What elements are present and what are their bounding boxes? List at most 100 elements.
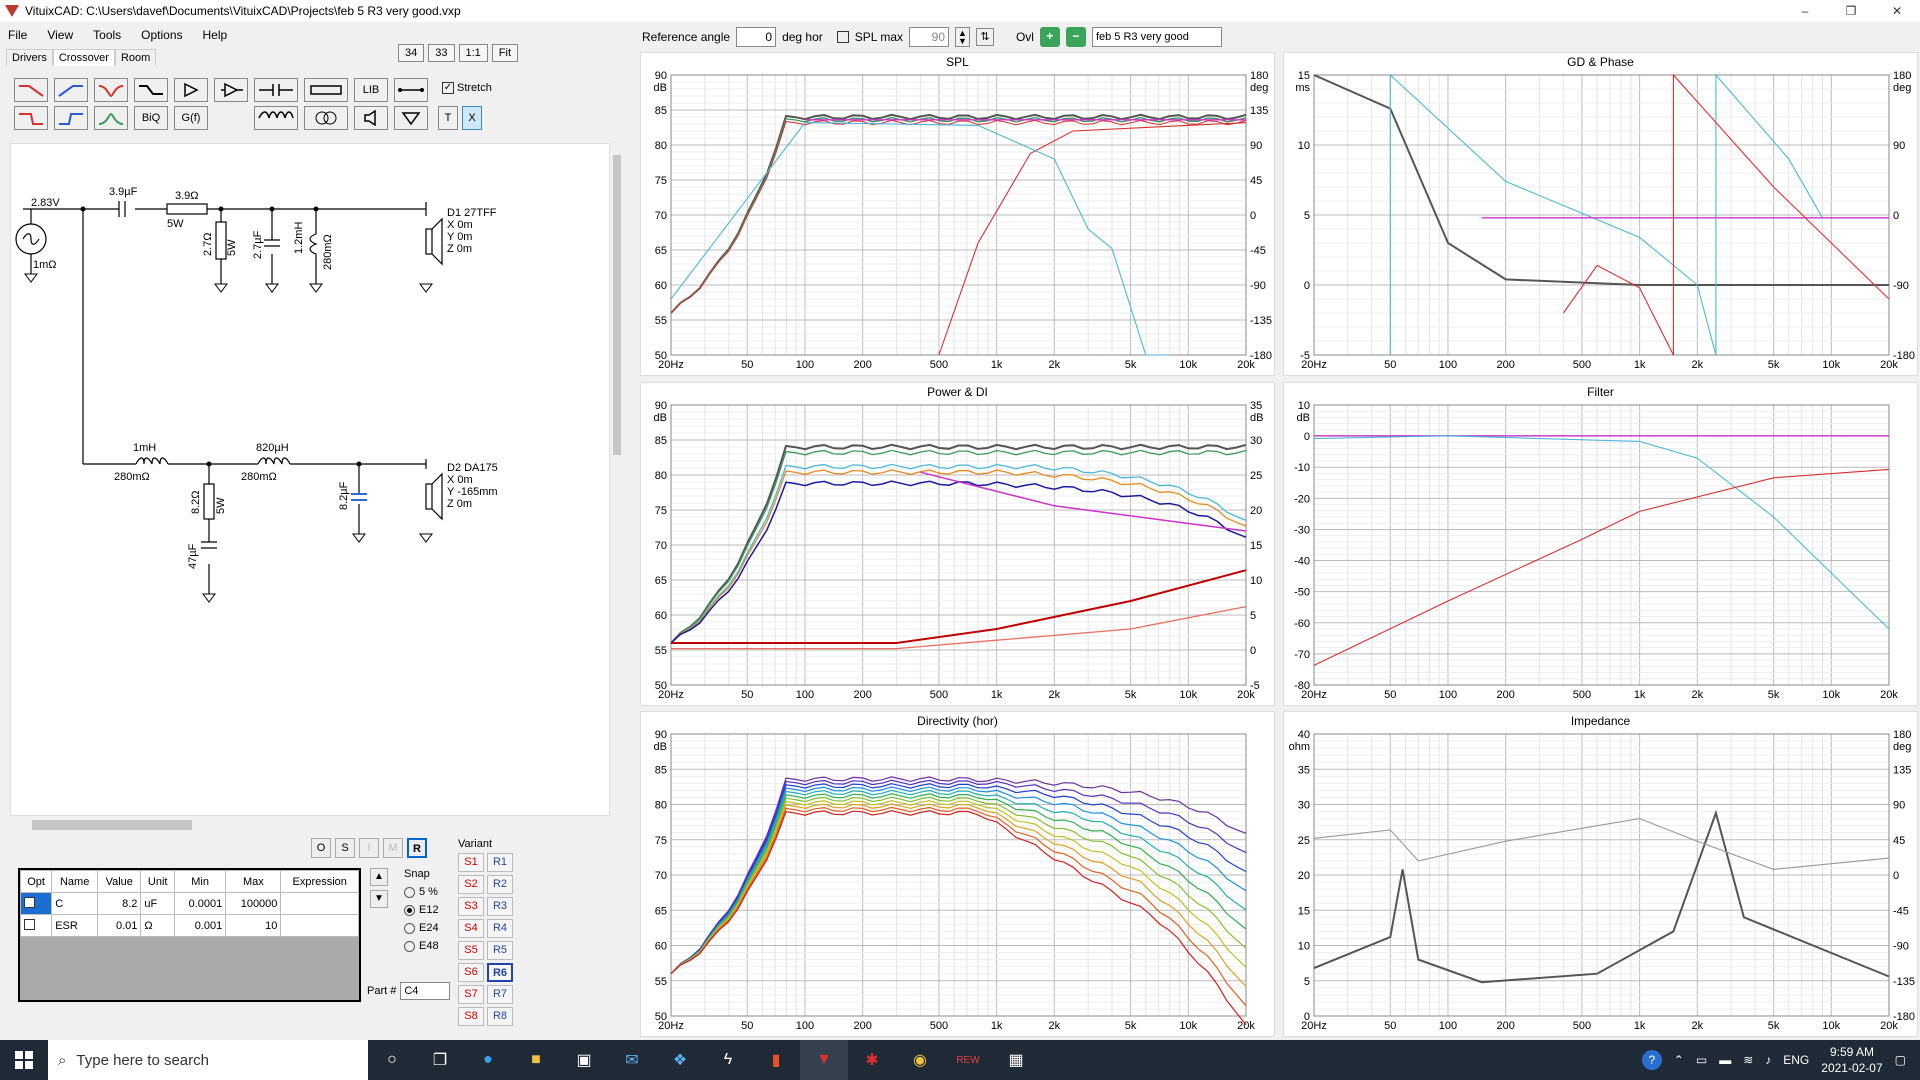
chevron-up-icon[interactable]: ⌃ xyxy=(1674,1053,1684,1067)
variant-s1[interactable]: S1 xyxy=(458,853,484,872)
menu-options[interactable]: Options xyxy=(141,28,182,42)
variant-s3[interactable]: S3 xyxy=(458,897,484,916)
stretch-checkbox[interactable]: ✓ Stretch xyxy=(442,82,492,94)
menu-help[interactable]: Help xyxy=(203,28,228,42)
calculator-icon[interactable]: ▦ xyxy=(992,1040,1040,1080)
zoom-34-button[interactable]: 34 xyxy=(398,44,425,62)
cell-max[interactable]: 10 xyxy=(225,914,282,937)
buffer-icon[interactable] xyxy=(174,78,208,102)
notification-icon[interactable]: ▢ xyxy=(1895,1053,1906,1067)
directivity-graph[interactable]: Directivity (hor) 20Hz 50 100 200 500 1k 2k 5k 1… xyxy=(640,711,1275,1037)
splmax-input[interactable]: 90 xyxy=(909,27,950,47)
mail-icon[interactable]: ✉ xyxy=(608,1040,656,1080)
highpass-2-icon[interactable] xyxy=(54,106,88,130)
add-overlay-icon[interactable]: + xyxy=(1039,27,1060,47)
biquad-button[interactable]: BiQ xyxy=(134,106,168,130)
cell-min[interactable]: 0.001 xyxy=(173,914,227,937)
variant-s8[interactable]: S8 xyxy=(458,1007,484,1026)
swap-icon[interactable]: ⇅ xyxy=(975,28,994,46)
part-input[interactable]: C4 xyxy=(400,982,451,1000)
delete-button[interactable]: X xyxy=(462,106,482,130)
variant-r6[interactable]: R6 xyxy=(487,963,513,982)
capacitor-icon[interactable] xyxy=(254,78,298,102)
gd-phase-graph[interactable]: GD & Phase 20Hz 50 100 200 500 1k 2k 5k 10k 20k 15… xyxy=(1283,52,1918,376)
move-down-icon[interactable]: ▼ xyxy=(370,890,388,908)
variant-r4[interactable]: R4 xyxy=(487,919,513,938)
overlay-name-input[interactable]: feb 5 R3 very good xyxy=(1091,27,1222,47)
opt-checkbox[interactable] xyxy=(19,892,53,915)
i-button[interactable]: I xyxy=(359,838,379,858)
move-up-icon[interactable]: ▲ xyxy=(370,868,388,886)
spin-icon[interactable]: ▲ ▼ xyxy=(955,27,970,47)
notch-icon[interactable] xyxy=(94,78,128,102)
spl-graph[interactable]: SPL 20Hz 50 100 200 500 1k 2k 5k 10k 20k 90 85 80 75 7… xyxy=(640,52,1275,376)
variant-s6[interactable]: S6 xyxy=(458,963,484,982)
amplifier-icon[interactable] xyxy=(214,78,248,102)
zoom-1to1-button[interactable]: 1:1 xyxy=(458,44,488,62)
windows-start-icon[interactable] xyxy=(0,1040,48,1080)
variant-s5[interactable]: S5 xyxy=(458,941,484,960)
menu-tools[interactable]: Tools xyxy=(93,28,121,42)
o-button[interactable]: O xyxy=(311,838,331,858)
winamp-icon[interactable]: ϟ xyxy=(704,1040,752,1080)
filter-graph[interactable]: Filter 20Hz 50 100 200 500 1k 2k 5k 10k 20k 10 0 -10… xyxy=(1283,382,1918,706)
table-row[interactable]: C 8.2 uF 0.0001 100000 xyxy=(19,892,359,915)
cell-value[interactable]: 8.2 xyxy=(97,892,142,915)
ground-icon[interactable] xyxy=(394,106,428,130)
network-device-icon[interactable]: ▭ xyxy=(1696,1053,1707,1067)
m-button[interactable]: M xyxy=(383,838,403,858)
tab-crossover[interactable]: Crossover xyxy=(52,49,115,66)
language-indicator[interactable]: ENG xyxy=(1783,1053,1809,1067)
cortana-icon[interactable]: ○ xyxy=(368,1040,416,1080)
menu-view[interactable]: View xyxy=(47,28,73,42)
cell-expression[interactable] xyxy=(280,914,359,937)
variant-r7[interactable]: R7 xyxy=(487,985,513,1004)
r-button[interactable]: R xyxy=(407,838,427,858)
resistor-icon[interactable] xyxy=(304,78,348,102)
variant-r5[interactable]: R5 xyxy=(487,941,513,960)
volume-icon[interactable]: ♪ xyxy=(1765,1053,1771,1067)
close-button[interactable]: ✕ xyxy=(1874,4,1920,18)
cell-value[interactable]: 0.01 xyxy=(97,914,142,937)
clock[interactable]: 9:59 AM 2021-02-07 xyxy=(1821,1044,1882,1076)
help-icon[interactable]: ? xyxy=(1641,1050,1662,1070)
speaker-icon[interactable] xyxy=(354,106,388,130)
zoom-fit-button[interactable]: Fit xyxy=(491,44,519,62)
shelf-icon[interactable] xyxy=(134,78,168,102)
schematic-canvas[interactable]: 2.83V 1mΩ 3.9µF 3.9Ω 5W 2.7Ω 5W 2.7µF 1.… xyxy=(10,143,610,816)
highpass-1-icon[interactable] xyxy=(54,78,88,102)
file-explorer-icon[interactable]: ■ xyxy=(512,1040,560,1080)
variant-r1[interactable]: R1 xyxy=(487,853,513,872)
minimize-button[interactable]: – xyxy=(1782,4,1828,18)
transformer-icon[interactable] xyxy=(304,106,348,130)
wifi-icon[interactable]: ≋ xyxy=(1743,1053,1753,1067)
gf-button[interactable]: G(f) xyxy=(174,106,208,130)
chrome-icon[interactable]: ◉ xyxy=(896,1040,944,1080)
scroll-thumb[interactable] xyxy=(32,820,192,830)
reference-angle-input[interactable]: 0 xyxy=(736,27,777,47)
edge-icon[interactable]: ● xyxy=(464,1040,512,1080)
taskbar-search[interactable]: ⌕ Type here to search xyxy=(48,1040,368,1080)
maximize-button[interactable]: ❐ xyxy=(1828,4,1874,18)
lowpass-1-icon[interactable] xyxy=(14,78,48,102)
tab-room[interactable]: Room xyxy=(114,49,157,66)
battery-icon[interactable]: ▬ xyxy=(1719,1053,1731,1067)
opt-checkbox[interactable] xyxy=(19,914,53,937)
redapp-icon[interactable]: ✱ xyxy=(848,1040,896,1080)
office-icon[interactable]: ▮ xyxy=(752,1040,800,1080)
snap-option-5pct[interactable]: 5 % xyxy=(404,886,439,898)
snap-option-e12[interactable]: E12 xyxy=(404,904,439,916)
table-row[interactable]: ESR 0.01 Ω 0.001 10 xyxy=(19,914,359,937)
menu-file[interactable]: File xyxy=(8,28,27,42)
zoom-33-button[interactable]: 33 xyxy=(428,44,455,62)
variant-s2[interactable]: S2 xyxy=(458,875,484,894)
wire-icon[interactable] xyxy=(394,78,428,102)
tab-drivers[interactable]: Drivers xyxy=(6,49,53,66)
variant-s4[interactable]: S4 xyxy=(458,919,484,938)
variant-r3[interactable]: R3 xyxy=(487,897,513,916)
cell-expression[interactable] xyxy=(280,892,359,915)
lowpass-2-icon[interactable] xyxy=(14,106,48,130)
variant-r2[interactable]: R2 xyxy=(487,875,513,894)
snap-option-e48[interactable]: E48 xyxy=(404,940,439,952)
horizontal-scrollbar[interactable] xyxy=(10,818,610,832)
